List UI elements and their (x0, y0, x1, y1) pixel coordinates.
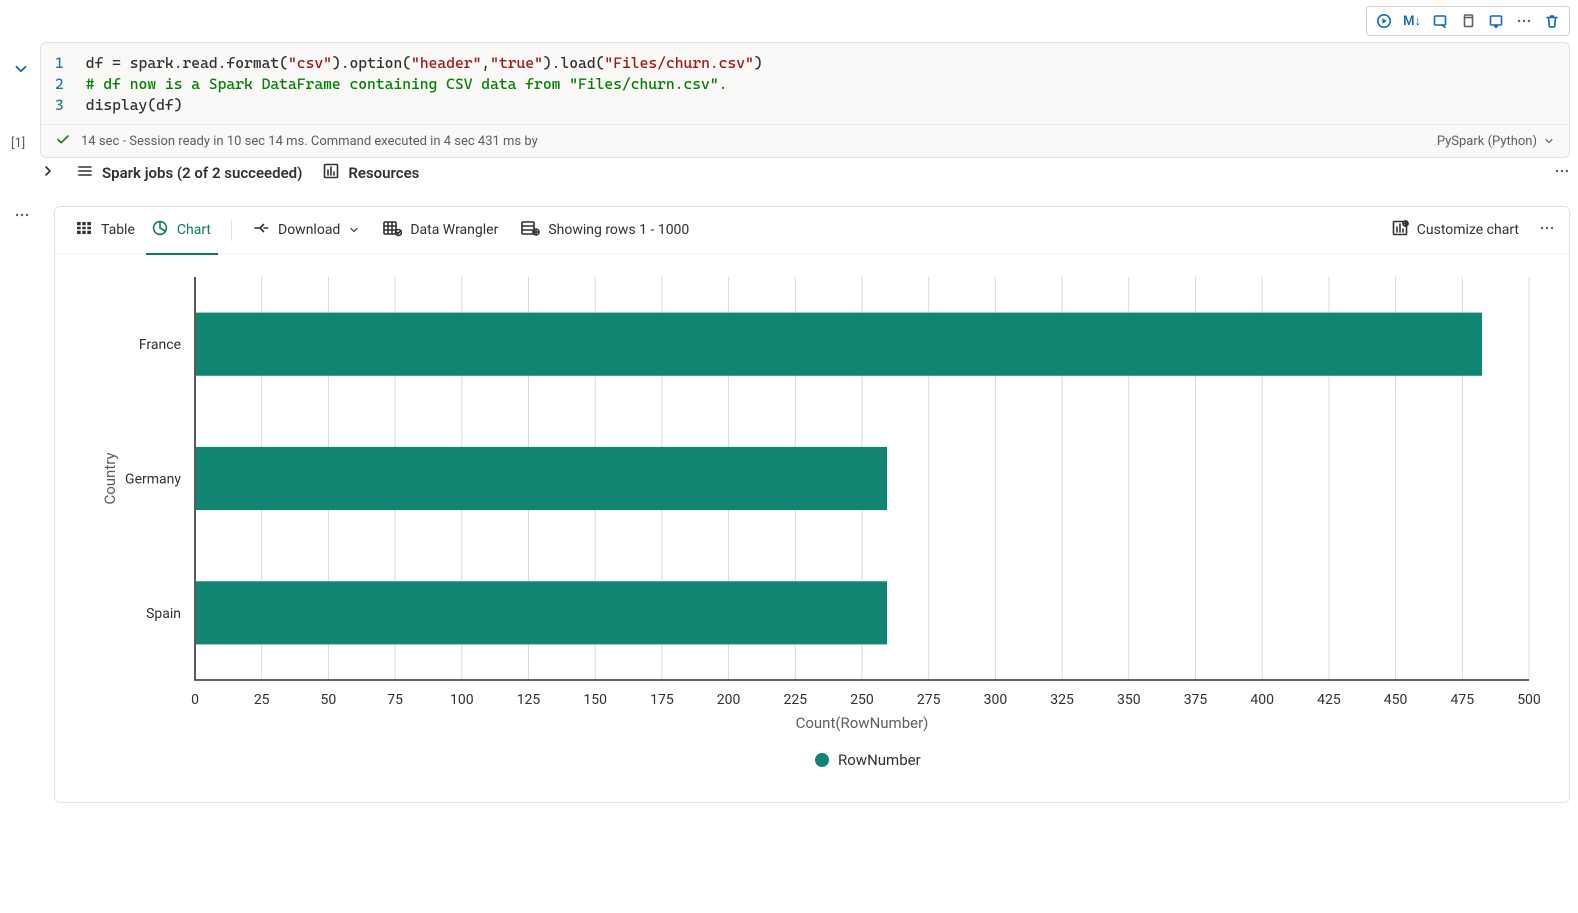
svg-text:150: 150 (583, 692, 607, 708)
resources-label: Resources (348, 164, 419, 182)
svg-text:75: 75 (387, 692, 403, 708)
execution-index: [1] (11, 136, 25, 151)
spark-jobs-icon (76, 162, 94, 184)
svg-text:275: 275 (917, 692, 941, 708)
svg-text:400: 400 (1250, 692, 1274, 708)
data-wrangler-label: Data Wrangler (410, 222, 498, 238)
output-more-icon[interactable] (1554, 163, 1570, 183)
resources-section[interactable]: Resources (322, 162, 419, 184)
code-editor[interactable]: 1 2 3 df = spark.read.format("csv").opti… (41, 43, 1569, 124)
svg-text:RowNumber: RowNumber (838, 751, 921, 769)
line-number: 1 (55, 53, 64, 74)
more-cell-actions-icon[interactable] (1511, 9, 1537, 33)
svg-text:225: 225 (783, 692, 807, 708)
rows-icon (520, 219, 540, 241)
run-cell-icon[interactable] (1371, 9, 1397, 33)
line-gutter: 1 2 3 (55, 53, 86, 116)
collapse-cell-chevron-icon[interactable] (12, 60, 30, 82)
customize-chart-label: Customize chart (1417, 222, 1519, 238)
line-number: 3 (55, 95, 64, 116)
customize-chart-icon (1391, 219, 1409, 241)
code-lines: df = spark.read.format("csv").option("he… (86, 53, 763, 116)
svg-text:425: 425 (1317, 692, 1341, 708)
view-table-label: Table (101, 222, 135, 238)
view-table-tab[interactable]: Table (69, 215, 141, 245)
spark-jobs-label: Spark jobs (2 of 2 succeeded) (102, 164, 302, 182)
download-icon (252, 219, 270, 241)
expand-spark-jobs-icon[interactable] (40, 163, 56, 183)
convert-markdown-button[interactable]: M↓ (1399, 9, 1425, 33)
svg-text:Germany: Germany (125, 472, 181, 488)
view-chart-tab[interactable]: Chart (145, 215, 217, 245)
code-cell: 1 2 3 df = spark.read.format("csv").opti… (40, 42, 1570, 158)
svg-text:France: France (139, 337, 181, 353)
data-wrangler-icon (382, 219, 402, 241)
cell-toolbar: M↓ (1366, 6, 1570, 36)
svg-text:0: 0 (191, 692, 199, 708)
svg-text:125: 125 (517, 692, 541, 708)
svg-text:350: 350 (1117, 692, 1141, 708)
chart-icon (151, 219, 169, 241)
output-toolbar: Table Chart Download Data Wrangler (55, 207, 1569, 254)
svg-text:Country: Country (101, 452, 119, 504)
svg-text:25: 25 (254, 692, 270, 708)
svg-text:300: 300 (984, 692, 1008, 708)
svg-text:500: 500 (1517, 692, 1541, 708)
delete-cell-icon[interactable] (1539, 9, 1565, 33)
svg-text:450: 450 (1384, 692, 1408, 708)
svg-text:Count(RowNumber): Count(RowNumber) (796, 714, 929, 732)
freeze-cell-icon[interactable] (1427, 9, 1453, 33)
svg-text:375: 375 (1184, 692, 1208, 708)
svg-text:200: 200 (717, 692, 741, 708)
success-check-icon (55, 131, 71, 151)
svg-text:475: 475 (1450, 692, 1474, 708)
svg-text:50: 50 (321, 692, 337, 708)
language-label: PySpark (Python) (1437, 134, 1537, 149)
cell-output-more-icon[interactable] (14, 207, 30, 227)
active-tab-underline (146, 253, 218, 255)
view-chart-label: Chart (177, 222, 211, 238)
download-label: Download (278, 222, 340, 238)
bar-chart: 0 25 50 75 100 125 150 175 200 225 250 275 300 325 350… (75, 267, 1549, 790)
svg-text:Spain: Spain (146, 606, 181, 622)
row-count-display: Showing rows 1 - 1000 (514, 215, 695, 245)
rows-label: Showing rows 1 - 1000 (548, 222, 689, 238)
output-panel: Table Chart Download Data Wrangler (54, 206, 1570, 803)
spark-jobs-section[interactable]: Spark jobs (2 of 2 succeeded) (76, 162, 302, 184)
add-cell-below-icon[interactable] (1483, 9, 1509, 33)
svg-text:100: 100 (450, 692, 474, 708)
execution-status-text: 14 sec - Session ready in 10 sec 14 ms. … (81, 134, 538, 149)
copy-cell-icon[interactable] (1455, 9, 1481, 33)
svg-text:175: 175 (650, 692, 674, 708)
language-picker[interactable]: PySpark (Python) (1437, 134, 1555, 149)
output-sections: Spark jobs (2 of 2 succeeded) Resources (40, 162, 1570, 184)
customize-chart-button[interactable]: Customize chart (1385, 215, 1525, 245)
chart-container: 0 25 50 75 100 125 150 175 200 225 250 275 300 325 350… (75, 267, 1549, 790)
download-button[interactable]: Download (246, 215, 366, 245)
table-icon (75, 219, 93, 241)
chevron-down-icon (348, 224, 360, 236)
execution-status-bar: 14 sec - Session ready in 10 sec 14 ms. … (41, 124, 1569, 157)
svg-text:250: 250 (850, 692, 874, 708)
svg-text:325: 325 (1050, 692, 1074, 708)
data-wrangler-button[interactable]: Data Wrangler (376, 215, 504, 245)
chart-more-icon[interactable] (1539, 220, 1555, 240)
resources-icon (322, 162, 340, 184)
line-number: 2 (55, 74, 64, 95)
toolbar-divider (231, 219, 232, 241)
